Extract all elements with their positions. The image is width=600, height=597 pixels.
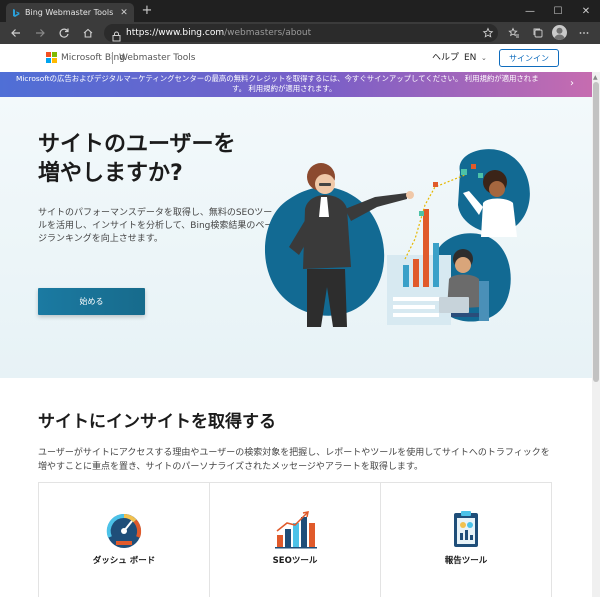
site-header: Microsoft Bing Webmaster Tools ヘルプ EN ⌄ … — [0, 44, 600, 72]
more-menu-icon[interactable] — [576, 25, 592, 41]
page-scrollbar[interactable]: ▲ — [592, 72, 600, 597]
scroll-up-icon[interactable]: ▲ — [593, 74, 598, 81]
profile-avatar[interactable] — [552, 25, 567, 40]
address-bar[interactable]: https://www.bing.com/webmasters/about — [104, 24, 498, 42]
hero-illustration — [264, 149, 530, 327]
chevron-down-icon[interactable]: ⌄ — [481, 54, 487, 62]
chevron-right-icon[interactable]: › — [570, 78, 574, 89]
dashboard-gauge-icon — [106, 513, 142, 548]
microsoft-logo-icon[interactable] — [46, 52, 57, 63]
forward-arrow-icon[interactable] — [32, 25, 48, 41]
report-clipboard-icon — [454, 511, 478, 547]
back-arrow-icon[interactable] — [8, 25, 24, 41]
hero-title: サイトのユーザーを 増やしますか? — [38, 132, 236, 186]
signin-button[interactable]: サインイン — [499, 49, 559, 67]
scroll-thumb[interactable] — [593, 82, 599, 382]
tab-title: Bing Webmaster Tools — [25, 8, 114, 17]
card-label: ダッシュ ボード — [92, 556, 156, 566]
maximize-button[interactable]: ☐ — [544, 0, 572, 22]
bing-favicon-icon — [11, 8, 21, 18]
card-dashboard[interactable]: ダッシュ ボード — [39, 483, 210, 597]
get-started-button[interactable]: 始める — [38, 288, 145, 315]
brand-divider — [112, 52, 113, 64]
help-link[interactable]: ヘルプ — [432, 52, 459, 64]
card-label: SEOツール — [272, 556, 318, 566]
insights-description: ユーザーがサイトにアクセスする理由やユーザーの検索対象を把握し、レポートやツール… — [38, 448, 550, 472]
card-label: 報告ツール — [444, 556, 488, 566]
title-bar: Bing Webmaster Tools ✕ + — ☐ ✕ — [0, 0, 600, 22]
tab-close-icon[interactable]: ✕ — [119, 8, 129, 18]
product-name[interactable]: Webmaster Tools — [119, 52, 195, 64]
tool-cards: ダッシュ ボード SEOツール 報告ツール — [38, 482, 552, 597]
banner-text-line2: す。 利用規約が適用されます。 — [232, 84, 337, 93]
minimize-button[interactable]: — — [516, 0, 544, 22]
seo-tools-chart-icon — [275, 511, 317, 549]
browser-toolbar: https://www.bing.com/webmasters/about — [0, 22, 600, 44]
language-selector[interactable]: EN — [464, 52, 476, 64]
insights-title: サイトにインサイトを取得する — [38, 412, 276, 432]
url-text[interactable]: https://www.bing.com/webmasters/about — [126, 27, 311, 39]
browser-tab[interactable]: Bing Webmaster Tools ✕ — [6, 3, 134, 22]
favorites-icon[interactable] — [506, 25, 522, 41]
hero-section: サイトのユーザーを 増やしますか? サイトのパフォーマンスデータを取得し、無料の… — [0, 97, 592, 378]
close-window-button[interactable]: ✕ — [572, 0, 600, 22]
refresh-icon[interactable] — [56, 25, 72, 41]
hero-description: サイトのパフォーマンスデータを取得し、無料のSEOツールを活用し、インサイトを分… — [38, 208, 274, 244]
home-icon[interactable] — [80, 25, 96, 41]
promo-banner[interactable]: Microsoftの広告およびデジタルマーケティングセンターの最高の無料クレジッ… — [0, 72, 592, 97]
brand-name[interactable]: Microsoft Bing — [61, 52, 125, 64]
new-tab-button[interactable]: + — [140, 3, 154, 19]
collections-icon[interactable] — [530, 25, 546, 41]
add-favorite-icon[interactable] — [480, 25, 496, 41]
card-seo-tools[interactable]: SEOツール — [210, 483, 381, 597]
card-reports[interactable]: 報告ツール — [381, 483, 551, 597]
browser-window: Bing Webmaster Tools ✕ + — ☐ ✕ https://w… — [0, 0, 600, 597]
banner-text-line1: Microsoftの広告およびデジタルマーケティングセンターの最高の無料クレジッ… — [16, 74, 539, 83]
